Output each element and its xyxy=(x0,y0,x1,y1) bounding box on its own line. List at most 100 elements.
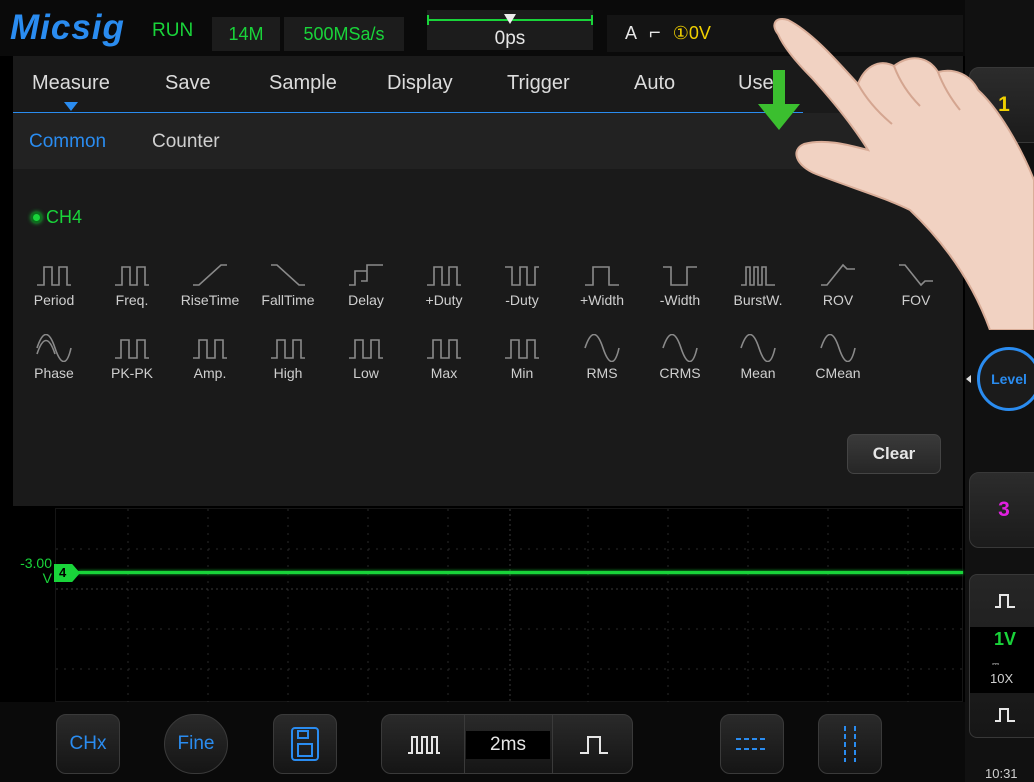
measure-rise-time[interactable]: RiseTime xyxy=(171,261,249,323)
timebase-value: 2ms xyxy=(466,731,550,759)
measure-min[interactable]: Min xyxy=(483,334,561,396)
measure-period[interactable]: Period xyxy=(15,261,93,323)
menu-measure[interactable]: Measure xyxy=(32,72,110,95)
menu-auto[interactable]: Auto xyxy=(634,72,675,95)
tab-common[interactable]: Common xyxy=(29,131,106,153)
measure-label: Min xyxy=(510,365,534,381)
pulse-up-icon[interactable] xyxy=(994,593,1016,609)
trigger-mode: A xyxy=(625,23,638,43)
status-bar: Micsig RUN 14M 500MSa/s 0ps A ⌐ ①0V xyxy=(0,0,965,56)
offset-unit: V xyxy=(42,570,52,586)
channel-label: CH4 xyxy=(46,207,83,227)
menu-save[interactable]: Save xyxy=(165,72,211,95)
measure-label: ROV xyxy=(822,292,854,308)
measure-label: FOV xyxy=(901,292,931,308)
measure-label: Period xyxy=(33,292,75,308)
measure-label: -Duty xyxy=(505,292,539,308)
measure-cycle-rms[interactable]: CRMS xyxy=(641,334,719,396)
menu-display[interactable]: Display xyxy=(387,72,453,95)
vertical-cursor-button[interactable] xyxy=(818,714,882,774)
positive-width-icon xyxy=(585,266,619,286)
measure-label: -Width xyxy=(659,292,701,308)
measure-fall-overshoot[interactable]: FOV xyxy=(877,261,955,323)
rms-icon xyxy=(584,334,620,362)
probe-ratio: 10X xyxy=(990,671,1014,686)
memory-depth[interactable]: 14M xyxy=(212,17,280,51)
measure-label: Delay xyxy=(348,292,384,308)
timebase-control[interactable]: 2ms xyxy=(381,714,633,774)
cycle-rms-icon xyxy=(662,334,698,362)
measure-amplitude[interactable]: Amp. xyxy=(171,334,249,396)
max-icon xyxy=(427,339,461,359)
fall-time-icon xyxy=(271,264,305,286)
channel-4-settings[interactable]: 1V ⎓ 10X xyxy=(969,574,1034,738)
horizontal-cursor-button[interactable] xyxy=(720,714,784,774)
measure-negative-width[interactable]: -Width xyxy=(641,261,719,323)
selected-caret-icon xyxy=(64,102,78,111)
fine-label: Fine xyxy=(177,733,215,754)
measure-fall-time[interactable]: FallTime xyxy=(249,261,327,323)
save-button[interactable] xyxy=(273,714,337,774)
low-icon xyxy=(349,339,383,359)
time-position-value: 0ps xyxy=(494,28,526,49)
measure-label: RMS xyxy=(586,365,618,381)
measure-high[interactable]: High xyxy=(249,334,327,396)
measure-mean[interactable]: Mean xyxy=(719,334,797,396)
measure-delay[interactable]: Delay xyxy=(327,261,405,323)
timebase-decrease-icon[interactable] xyxy=(406,733,442,757)
measure-phase[interactable]: Phase xyxy=(15,334,93,396)
timebase-increase-icon[interactable] xyxy=(576,733,612,757)
measure-burst-width[interactable]: BurstW. xyxy=(719,261,797,323)
main-menu: Measure Save Sample Display Trigger Auto… xyxy=(13,56,963,113)
measure-menu-panel: Measure Save Sample Display Trigger Auto… xyxy=(13,56,963,506)
measure-label: BurstW. xyxy=(733,292,783,308)
menu-trigger[interactable]: Trigger xyxy=(507,72,570,95)
measure-cycle-mean[interactable]: CMean xyxy=(799,334,877,396)
period-icon xyxy=(37,266,71,286)
save-icon xyxy=(291,727,319,761)
sample-rate[interactable]: 500MSa/s xyxy=(284,17,404,51)
divider xyxy=(552,715,553,773)
amplitude-icon xyxy=(193,339,227,359)
brand-logo: Micsig xyxy=(10,8,125,47)
peak-to-peak-icon xyxy=(115,339,149,359)
measure-rms[interactable]: RMS xyxy=(563,334,641,396)
measure-label: PK-PK xyxy=(110,365,153,381)
clear-button[interactable]: Clear xyxy=(847,434,941,474)
measure-low[interactable]: Low xyxy=(327,334,405,396)
dc-coupling-icon: ⎓ xyxy=(992,659,1000,669)
measure-label: CRMS xyxy=(659,365,701,381)
measure-max[interactable]: Max xyxy=(405,334,483,396)
measure-frequency[interactable]: Freq. xyxy=(93,261,171,323)
measure-negative-duty[interactable]: -Duty xyxy=(483,261,561,323)
high-icon xyxy=(271,339,305,359)
run-status[interactable]: RUN xyxy=(152,20,193,42)
measure-rise-overshoot[interactable]: ROV xyxy=(799,261,877,323)
trigger-info[interactable]: A ⌐ ①0V xyxy=(607,15,963,52)
measure-label: Phase xyxy=(34,365,74,381)
negative-width-icon xyxy=(663,266,697,286)
vertical-cursor-icon xyxy=(844,726,856,762)
pulse-down-icon[interactable] xyxy=(994,707,1016,723)
burst-width-icon xyxy=(741,266,775,286)
measure-positive-width[interactable]: +Width xyxy=(563,261,641,323)
frequency-icon xyxy=(115,266,149,286)
tab-counter[interactable]: Counter xyxy=(152,131,220,153)
channel-offset: -3.00 V xyxy=(8,556,52,586)
trigger-level-knob[interactable]: Level xyxy=(977,347,1034,411)
fine-button[interactable]: Fine xyxy=(164,714,228,774)
fall-overshoot-icon xyxy=(899,264,933,287)
chx-button[interactable]: CHx xyxy=(56,714,120,774)
measure-peak-to-peak[interactable]: PK-PK xyxy=(93,334,171,396)
channel-3-button[interactable]: 3 xyxy=(969,472,1034,548)
channel-1-button[interactable]: 1 xyxy=(969,67,1034,143)
waveform-display[interactable] xyxy=(55,508,964,703)
rise-time-icon xyxy=(193,264,227,286)
channel-select[interactable]: CH4 xyxy=(31,207,82,228)
measure-label: Max xyxy=(430,365,458,381)
menu-sample[interactable]: Sample xyxy=(269,72,337,95)
trigger-source-level: ①0V xyxy=(672,23,711,43)
volts-per-div: 1V xyxy=(993,629,1017,649)
measure-positive-duty[interactable]: +Duty xyxy=(405,261,483,323)
horizontal-position[interactable]: 0ps xyxy=(427,10,593,50)
